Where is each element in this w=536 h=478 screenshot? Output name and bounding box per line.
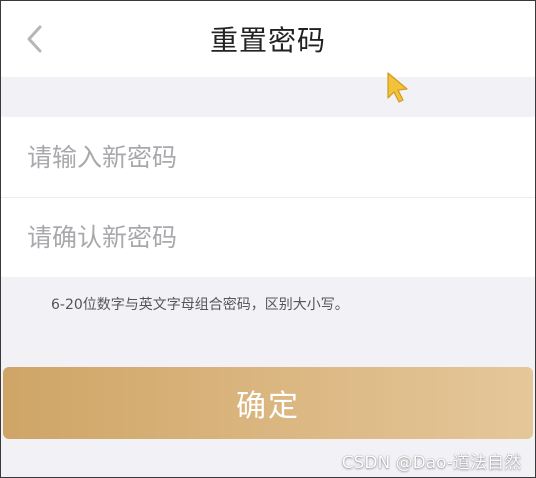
screen: 重置密码 6-20位数字与英文字母组合密码，区别大小写。 确定 CSDN @Da…	[0, 0, 536, 478]
confirm-button[interactable]: 确定	[3, 367, 533, 439]
new-password-row	[1, 117, 535, 197]
page-title: 重置密码	[209, 24, 326, 57]
password-form	[1, 117, 535, 277]
confirm-button-label: 确定	[236, 389, 300, 424]
confirm-password-input[interactable]	[27, 223, 487, 252]
password-rule-hint: 6-20位数字与英文字母组合密码，区别大小写。	[51, 297, 349, 313]
new-password-input[interactable]	[27, 142, 487, 172]
nav-bar: 重置密码	[1, 1, 535, 77]
mouse-cursor-icon	[387, 72, 408, 103]
confirm-password-row	[1, 197, 535, 277]
watermark: CSDN @Dao-道法自然	[341, 453, 521, 473]
